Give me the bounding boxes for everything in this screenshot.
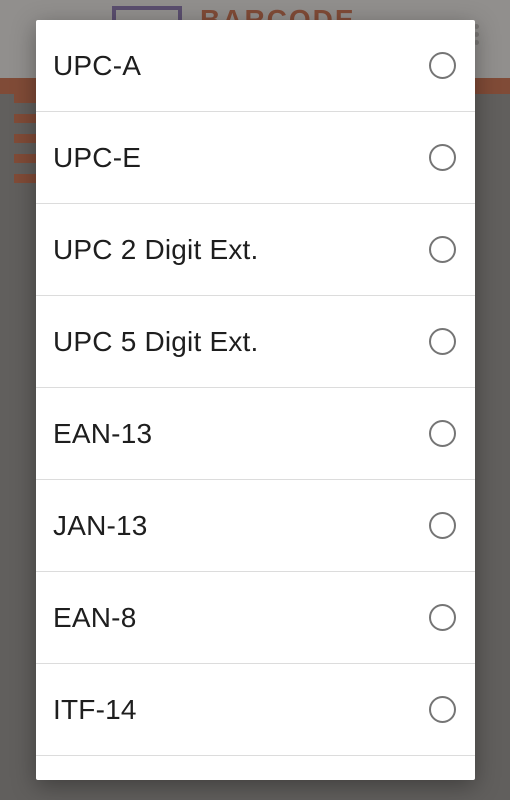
option-upc-a[interactable]: UPC-A (36, 20, 475, 112)
option-label: UPC-A (53, 49, 142, 81)
radio-unchecked-icon[interactable] (429, 328, 456, 355)
radio-unchecked-icon[interactable] (429, 604, 456, 631)
option-label: UPC-E (53, 141, 142, 173)
option-upc-2-digit-ext[interactable]: UPC 2 Digit Ext. (36, 204, 475, 296)
option-upc-e[interactable]: UPC-E (36, 112, 475, 204)
radio-unchecked-icon[interactable] (429, 696, 456, 723)
option-label: UPC 2 Digit Ext. (53, 233, 259, 265)
option-ean-13[interactable]: EAN-13 (36, 388, 475, 480)
option-label: EAN-8 (53, 601, 137, 633)
radio-unchecked-icon[interactable] (429, 52, 456, 79)
option-label: UPC 5 Digit Ext. (53, 325, 259, 357)
option-partial-next[interactable] (36, 756, 475, 780)
option-label: JAN-13 (53, 509, 148, 541)
option-label: ITF-14 (53, 693, 137, 725)
barcode-type-dialog: UPC-A UPC-E UPC 2 Digit Ext. UPC 5 Digit… (36, 20, 475, 780)
option-label: EAN-13 (53, 417, 153, 449)
radio-unchecked-icon[interactable] (429, 144, 456, 171)
option-ean-8[interactable]: EAN-8 (36, 572, 475, 664)
radio-unchecked-icon[interactable] (429, 512, 456, 539)
radio-unchecked-icon[interactable] (429, 420, 456, 447)
option-upc-5-digit-ext[interactable]: UPC 5 Digit Ext. (36, 296, 475, 388)
radio-unchecked-icon[interactable] (429, 236, 456, 263)
option-jan-13[interactable]: JAN-13 (36, 480, 475, 572)
option-itf-14[interactable]: ITF-14 (36, 664, 475, 756)
